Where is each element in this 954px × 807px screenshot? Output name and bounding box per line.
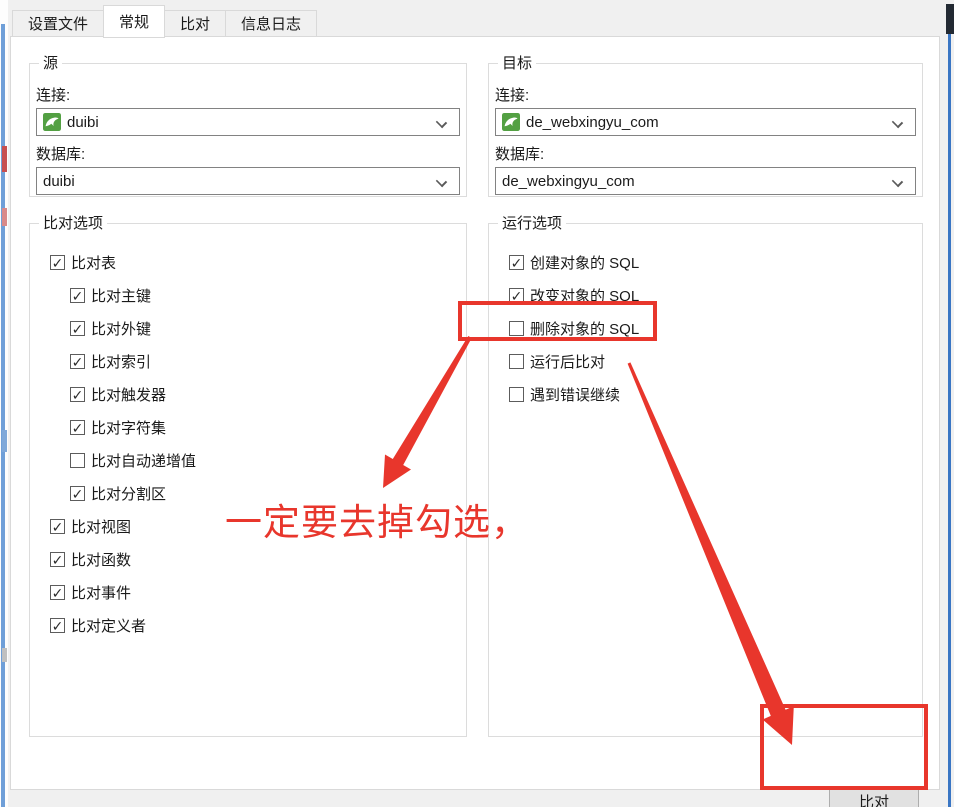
tab-label: 信息日志 bbox=[241, 13, 301, 34]
checkbox bbox=[50, 255, 65, 270]
annotation-text: 一定要去掉勾选， bbox=[225, 492, 529, 546]
right-window-edge bbox=[944, 0, 954, 807]
checkbox-label: 比对分割区 bbox=[91, 483, 166, 504]
checkbox bbox=[70, 387, 85, 402]
group-title: 源 bbox=[39, 55, 62, 72]
mysql-connection-icon bbox=[502, 113, 520, 131]
checkbox-row[interactable]: 运行后比对 bbox=[489, 345, 922, 378]
checkbox-label: 比对视图 bbox=[71, 516, 131, 537]
checkbox-label: 比对触发器 bbox=[91, 384, 166, 405]
edge-speck bbox=[2, 430, 7, 452]
checkbox bbox=[50, 585, 65, 600]
target-connection-select[interactable]: de_webxingyu_com bbox=[495, 108, 916, 136]
checkbox-label: 比对表 bbox=[71, 252, 116, 273]
target-database-value: de_webxingyu_com bbox=[502, 173, 635, 190]
annotation-box-delete-sql bbox=[458, 301, 657, 341]
checkbox bbox=[509, 354, 524, 369]
database-label: 数据库: bbox=[495, 143, 922, 164]
checkbox-row[interactable]: 比对表 bbox=[30, 246, 466, 279]
checkbox bbox=[70, 288, 85, 303]
checkbox-row[interactable]: 比对事件 bbox=[30, 576, 466, 609]
group-title: 比对选项 bbox=[39, 215, 107, 232]
tab-page-general: 源 连接: duibi 数据库: duibi 目标 连接: bbox=[10, 36, 940, 790]
chevron-down-icon bbox=[436, 117, 447, 128]
checkbox bbox=[50, 618, 65, 633]
checkbox-row[interactable]: 遇到错误继续 bbox=[489, 378, 922, 411]
chevron-down-icon bbox=[436, 176, 447, 187]
annotation-box-compare-button bbox=[760, 704, 928, 790]
checkbox-row[interactable]: 比对主键 bbox=[30, 279, 466, 312]
group-title: 目标 bbox=[498, 55, 536, 72]
checkbox-label: 比对索引 bbox=[91, 351, 151, 372]
source-database-select[interactable]: duibi bbox=[36, 167, 460, 195]
chevron-down-icon bbox=[892, 176, 903, 187]
checkbox-label: 创建对象的 SQL bbox=[530, 252, 639, 273]
checkbox bbox=[70, 354, 85, 369]
checkbox-label: 比对函数 bbox=[71, 549, 131, 570]
connection-label: 连接: bbox=[495, 84, 922, 105]
right-edge-dark-block bbox=[946, 4, 954, 34]
group-title: 运行选项 bbox=[498, 215, 566, 232]
group-source: 源 连接: duibi 数据库: duibi bbox=[29, 63, 467, 197]
source-database-value: duibi bbox=[43, 173, 75, 190]
connection-label: 连接: bbox=[36, 84, 466, 105]
checkbox-label: 比对定义者 bbox=[71, 615, 146, 636]
target-database-select[interactable]: de_webxingyu_com bbox=[495, 167, 916, 195]
checkbox bbox=[70, 420, 85, 435]
tab-label: 常规 bbox=[119, 11, 149, 32]
tab-label: 设置文件 bbox=[28, 13, 88, 34]
checkbox bbox=[70, 486, 85, 501]
left-edge-blue-line bbox=[1, 24, 5, 807]
tab[interactable]: 设置文件 bbox=[12, 10, 104, 37]
checkbox-label: 比对主键 bbox=[91, 285, 151, 306]
checkbox-label: 比对字符集 bbox=[91, 417, 166, 438]
tab[interactable]: 信息日志 bbox=[226, 10, 317, 37]
target-connection-value: de_webxingyu_com bbox=[526, 114, 659, 131]
checkbox bbox=[70, 321, 85, 336]
group-compare-options: 比对选项 比对表 比对主键 比对外键 比对索引 比对触发器 比对字符集 比对自动… bbox=[29, 223, 467, 737]
checkbox bbox=[509, 255, 524, 270]
chevron-down-icon bbox=[892, 117, 903, 128]
right-edge-blue-line bbox=[948, 4, 951, 807]
left-window-edge bbox=[0, 0, 8, 807]
checkbox-label: 比对自动递增值 bbox=[91, 450, 196, 471]
checkbox-label: 比对事件 bbox=[71, 582, 131, 603]
edge-speck bbox=[2, 208, 7, 226]
compare-button[interactable]: 比对 bbox=[829, 789, 919, 807]
checkbox-row[interactable]: 比对外键 bbox=[30, 312, 466, 345]
group-target: 目标 连接: de_webxingyu_com 数据库: de_webxingy… bbox=[488, 63, 923, 197]
checkbox bbox=[50, 519, 65, 534]
source-connection-value: duibi bbox=[67, 114, 99, 131]
checkbox-label: 比对外键 bbox=[91, 318, 151, 339]
checkbox-row[interactable]: 比对函数 bbox=[30, 543, 466, 576]
checkbox-label: 运行后比对 bbox=[530, 351, 605, 372]
compare-options-list: 比对表 比对主键 比对外键 比对索引 比对触发器 比对字符集 比对自动递增值 比… bbox=[30, 224, 466, 642]
checkbox-row[interactable]: 比对索引 bbox=[30, 345, 466, 378]
edge-speck bbox=[2, 146, 7, 172]
source-connection-select[interactable]: duibi bbox=[36, 108, 460, 136]
mysql-connection-icon bbox=[43, 113, 61, 131]
checkbox bbox=[70, 453, 85, 468]
checkbox bbox=[509, 387, 524, 402]
checkbox-row[interactable]: 创建对象的 SQL bbox=[489, 246, 922, 279]
checkbox-row[interactable]: 比对触发器 bbox=[30, 378, 466, 411]
checkbox bbox=[50, 552, 65, 567]
checkbox-row[interactable]: 比对字符集 bbox=[30, 411, 466, 444]
tab[interactable]: 常规 bbox=[103, 5, 165, 38]
edge-speck bbox=[2, 648, 7, 662]
checkbox-row[interactable]: 比对自动递增值 bbox=[30, 444, 466, 477]
tab-label: 比对 bbox=[180, 13, 210, 34]
screenshot-root: 设置文件 常规 比对 信息日志 源 连接: duibi 数据库: duibi bbox=[0, 0, 954, 807]
tab-bar: 设置文件 常规 比对 信息日志 bbox=[12, 5, 317, 37]
database-label: 数据库: bbox=[36, 143, 466, 164]
checkbox-label: 遇到错误继续 bbox=[530, 384, 620, 405]
checkbox-row[interactable]: 比对定义者 bbox=[30, 609, 466, 642]
tab[interactable]: 比对 bbox=[165, 10, 226, 37]
